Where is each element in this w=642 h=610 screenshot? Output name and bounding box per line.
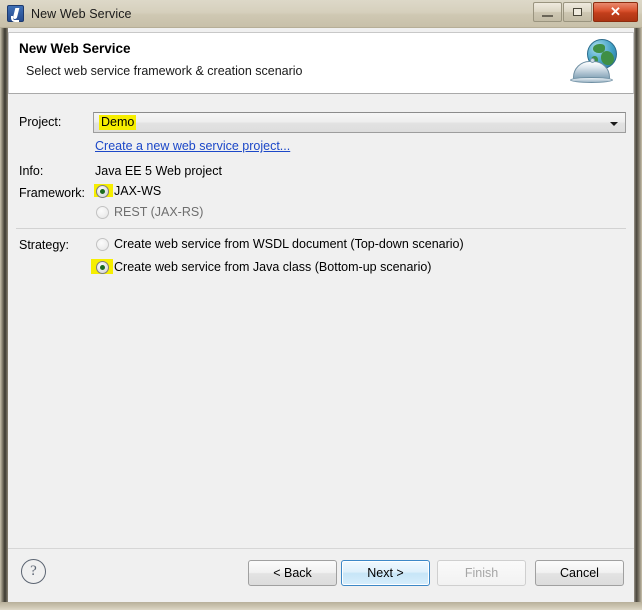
info-value: Java EE 5 Web project	[95, 164, 222, 178]
section-divider	[16, 228, 626, 229]
window-title: New Web Service	[31, 6, 132, 21]
chevron-down-icon	[610, 122, 618, 126]
window-edge-right	[634, 28, 642, 610]
radio-icon-unselected	[96, 205, 109, 219]
close-button[interactable]: ✕	[593, 2, 638, 22]
strategy-option-label: Create web service from Java class (Bott…	[114, 260, 432, 274]
page-title: New Web Service	[19, 41, 131, 56]
window-edge-left	[0, 28, 8, 610]
info-label: Info:	[19, 164, 44, 178]
framework-radio-jaxws[interactable]: JAX-WS	[94, 184, 162, 198]
framework-radio-rest[interactable]: REST (JAX-RS)	[96, 205, 203, 219]
radio-icon-selected	[96, 184, 109, 198]
project-label: Project:	[19, 115, 62, 129]
strategy-label: Strategy:	[19, 238, 70, 252]
minimize-button[interactable]	[533, 2, 562, 22]
next-button[interactable]: Next >	[341, 560, 430, 586]
create-new-web-service-project-link[interactable]: Create a new web service project...	[95, 139, 290, 153]
window-titlebar: New Web Service ✕	[0, 0, 642, 28]
radio-icon-unselected	[96, 237, 109, 251]
window-controls: ✕	[533, 2, 638, 22]
project-combo[interactable]: Demo	[93, 112, 626, 133]
dialog-footer: ? < Back Next > Finish Cancel	[8, 548, 634, 602]
web-service-globe-icon	[569, 37, 625, 91]
framework-label: Framework:	[19, 186, 85, 200]
finish-button: Finish	[437, 560, 526, 586]
dialog-header: New Web Service Select web service frame…	[8, 32, 634, 94]
help-icon[interactable]: ?	[21, 559, 46, 584]
back-button[interactable]: < Back	[248, 560, 337, 586]
cancel-button[interactable]: Cancel	[535, 560, 624, 586]
project-combo-value: Demo	[99, 115, 137, 130]
strategy-radio-top-down[interactable]: Create web service from WSDL document (T…	[96, 237, 464, 251]
strategy-option-label: Create web service from WSDL document (T…	[114, 237, 464, 251]
strategy-radio-bottom-up[interactable]: Create web service from Java class (Bott…	[91, 259, 432, 274]
page-subtitle: Select web service framework & creation …	[26, 64, 303, 78]
maximize-button[interactable]	[563, 2, 592, 22]
new-web-service-dialog: New Web Service ✕ New Web Service Select…	[0, 0, 642, 610]
framework-option-label: JAX-WS	[114, 184, 162, 198]
window-edge-bottom	[0, 602, 642, 610]
radio-icon-selected	[96, 260, 109, 274]
app-icon	[7, 5, 24, 22]
framework-option-label: REST (JAX-RS)	[114, 205, 204, 219]
dialog-body: Project: Demo Create a new web service p…	[8, 94, 634, 548]
